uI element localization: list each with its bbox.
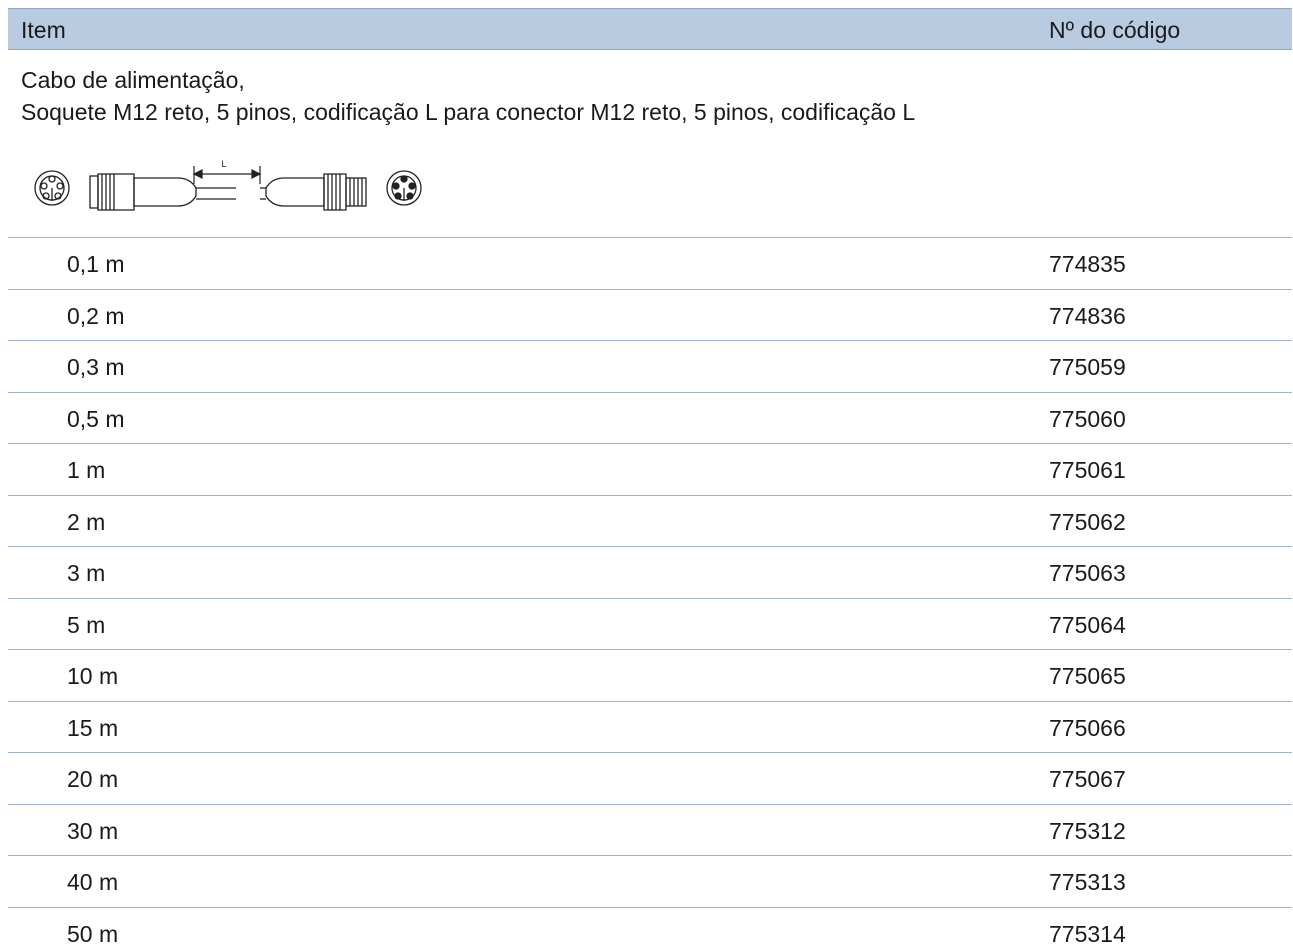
row-length: 10 m [67, 663, 119, 689]
header-code-label: Nº do código [1049, 17, 1181, 43]
row-code: 775312 [1049, 817, 1126, 844]
table-header: Item Nº do código [8, 8, 1292, 50]
row-length: 1 m [67, 457, 106, 483]
row-length: 0,5 m [67, 405, 125, 432]
row-code: 774835 [1049, 251, 1126, 277]
row-code: 775061 [1049, 457, 1126, 483]
length-code-table: 0,1 m 774835 0,2 m 774836 0,3 m 775059 0,5 m 77… [8, 237, 1292, 952]
table-row: 40 m 775313 [8, 855, 1292, 907]
table-row: 0,5 m 775060 [8, 391, 1292, 444]
table-row: 1 m 775061 [8, 443, 1292, 495]
row-length: 0,1 m [67, 251, 125, 277]
row-length: 5 m [67, 611, 106, 638]
description-line-1: Cabo de alimentação, [21, 67, 245, 93]
row-length: 3 m [67, 560, 106, 586]
table-row: 3 m 775063 [8, 546, 1292, 598]
row-length: 20 m [67, 766, 119, 792]
row-code: 775314 [1049, 920, 1126, 947]
row-code: 774836 [1049, 302, 1126, 329]
row-code: 775063 [1049, 560, 1126, 586]
table-row: 0,3 m 775059 [8, 340, 1292, 392]
description-line-2: Soquete M12 reto, 5 pinos, codificação L… [21, 99, 916, 125]
table-row: 30 m 775312 [8, 803, 1292, 856]
table-row: 0,2 m 774836 [8, 288, 1292, 341]
row-code: 775067 [1049, 766, 1126, 792]
m12-cable-drawing-icon: L [34, 159, 422, 211]
plug-face-icon [386, 170, 422, 206]
table-row: 5 m 775064 [8, 597, 1292, 650]
row-code: 775065 [1049, 663, 1126, 689]
row-code: 775066 [1049, 714, 1126, 741]
product-description: Cabo de alimentação, Soquete M12 reto, 5… [21, 64, 915, 128]
table-row: 0,1 m 774835 [8, 237, 1292, 289]
row-code: 775062 [1049, 508, 1126, 535]
table-row: 10 m 775065 [8, 649, 1292, 701]
row-length: 2 m [67, 508, 106, 535]
table-row: 15 m 775066 [8, 700, 1292, 753]
row-code: 775060 [1049, 405, 1126, 432]
dimension-label: L [221, 159, 226, 169]
table-row: 50 m 775314 [8, 906, 1292, 952]
product-table-page: Item Nº do código Cabo de alimentação, S… [0, 0, 1293, 952]
row-code: 775064 [1049, 611, 1126, 638]
row-code: 775313 [1049, 869, 1126, 895]
row-length: 30 m [67, 817, 119, 844]
row-length: 40 m [67, 869, 119, 895]
header-item-label: Item [21, 17, 66, 43]
row-length: 0,3 m [67, 354, 125, 380]
row-length: 0,2 m [67, 302, 125, 329]
row-code: 775059 [1049, 354, 1126, 380]
table-row: 20 m 775067 [8, 752, 1292, 804]
table-row: 2 m 775062 [8, 494, 1292, 547]
row-length: 15 m [67, 714, 119, 741]
socket-face-icon [34, 170, 70, 206]
row-length: 50 m [67, 920, 119, 947]
